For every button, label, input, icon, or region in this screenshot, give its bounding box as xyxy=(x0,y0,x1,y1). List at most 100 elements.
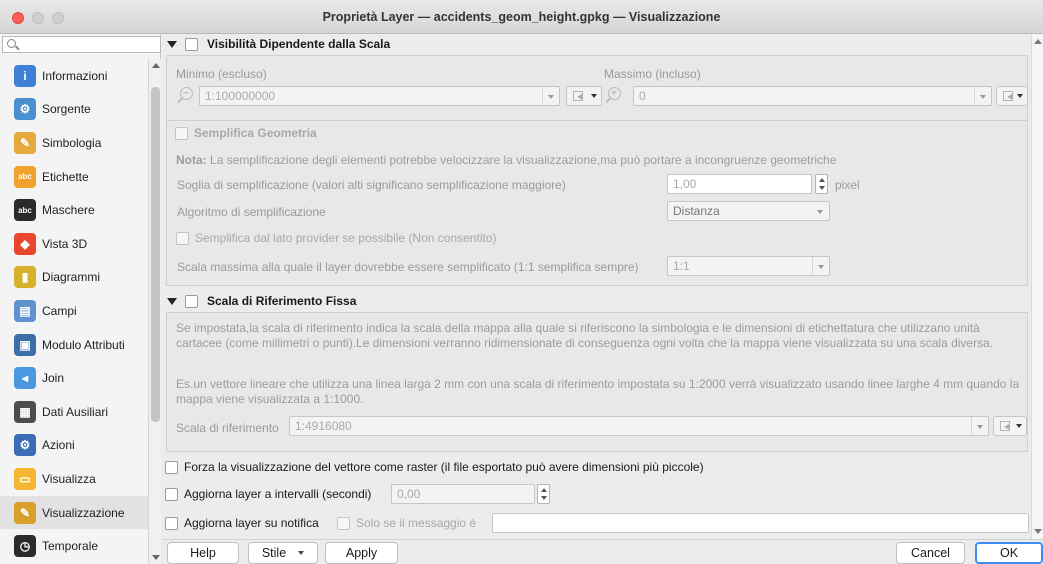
reference-scale-combo[interactable]: 1:4916080 xyxy=(289,416,989,436)
sidebar-item-label: Informazioni xyxy=(42,68,108,83)
fields-table-icon: ▤ xyxy=(14,299,36,322)
simplify-threshold-spinbox[interactable]: 1,00 xyxy=(667,174,812,194)
sidebar-item-informazioni[interactable]: i Informazioni xyxy=(0,59,148,93)
simplify-max-scale-combo[interactable]: 1:1 xyxy=(667,256,830,276)
sidebar-item-maschere[interactable]: abc Maschere xyxy=(0,193,148,227)
symbology-brush-icon: ✎ xyxy=(14,131,36,154)
sidebar-item-diagrammi[interactable]: ▮ Diagrammi xyxy=(0,261,148,295)
simplify-provider-option[interactable]: Semplifica dal lato provider se possibil… xyxy=(176,231,496,245)
reference-scale-header[interactable]: Scala di Riferimento Fissa xyxy=(167,294,356,308)
temporal-clock-icon: ◷ xyxy=(14,535,36,558)
ok-button[interactable]: OK xyxy=(975,542,1043,564)
collapse-triangle-icon[interactable] xyxy=(167,40,177,48)
sidebar-item-visualizza[interactable]: ▭ Visualizza xyxy=(0,462,148,496)
collapse-triangle-icon[interactable] xyxy=(167,297,177,305)
reference-scale-value: 1:4916080 xyxy=(295,419,352,433)
help-button[interactable]: Help xyxy=(167,542,239,564)
refresh-interval-option[interactable]: Aggiorna layer a intervalli (secondi) xyxy=(165,487,371,501)
force-raster-checkbox[interactable] xyxy=(165,460,178,474)
simplify-geometry-title: Semplifica Geometria xyxy=(194,126,317,140)
refresh-on-notify-checkbox[interactable] xyxy=(165,516,178,530)
simplify-algorithm-value: Distanza xyxy=(673,204,720,218)
sidebar-item-label: Azioni xyxy=(42,438,75,453)
sidebar-item-join[interactable]: ◂ Join xyxy=(0,361,148,395)
display-tooltip-icon: ▭ xyxy=(14,467,36,490)
sidebar-item-label: Simbologia xyxy=(42,135,102,150)
reference-scale-example: Es.un vettore lineare che utilizza una l… xyxy=(176,377,1020,406)
sidebar-item-dati-ausiliari[interactable]: ▦ Dati Ausiliari xyxy=(0,395,148,429)
main-scrollbar[interactable] xyxy=(1031,34,1043,539)
help-button-label: Help xyxy=(190,546,216,560)
sidebar-scroll-thumb[interactable] xyxy=(151,87,160,422)
actions-gear-icon: ⚙ xyxy=(14,434,36,457)
reference-scale-group: Se impostata,la scala di riferimento ind… xyxy=(166,312,1028,452)
attribute-form-icon: ▣ xyxy=(14,333,36,356)
maximum-scale-value: 0 xyxy=(639,89,646,103)
reference-scale-from-canvas-button[interactable] xyxy=(993,416,1027,436)
sidebar-item-label: Dati Ausiliari xyxy=(42,404,109,419)
style-menu-button[interactable]: Stile xyxy=(248,542,318,564)
sidebar-item-etichette[interactable]: abc Etichette xyxy=(0,160,148,194)
simplify-provider-checkbox[interactable] xyxy=(176,231,189,245)
scroll-up-arrow-icon[interactable] xyxy=(1034,39,1042,44)
scroll-down-arrow-icon[interactable] xyxy=(1034,529,1042,534)
reference-scale-checkbox[interactable] xyxy=(185,294,198,308)
chevron-down-icon[interactable] xyxy=(542,87,559,105)
refresh-interval-spinbox[interactable]: 0,00 xyxy=(391,484,535,504)
chevron-down-icon[interactable] xyxy=(812,257,829,275)
scale-visibility-title: Visibilità Dipendente dalla Scala xyxy=(207,37,391,51)
chevron-down-icon[interactable] xyxy=(974,87,991,105)
refresh-interval-stepper[interactable] xyxy=(537,484,550,504)
chevron-down-icon[interactable] xyxy=(971,417,988,435)
scale-visibility-header[interactable]: Visibilità Dipendente dalla Scala xyxy=(167,37,390,51)
sidebar-item-label: Join xyxy=(42,371,65,386)
maximum-scale-combo[interactable]: 0 xyxy=(633,86,992,106)
sidebar-item-label: Sorgente xyxy=(42,102,91,117)
sidebar-item-label: Temporale xyxy=(42,539,99,554)
sidebar-item-label: Visualizzazione xyxy=(42,505,125,520)
minimum-scale-combo[interactable]: 1:100000000 xyxy=(199,86,560,106)
sidebar-item-sorgente[interactable]: ⚙ Sorgente xyxy=(0,93,148,127)
notify-message-input[interactable] xyxy=(492,513,1029,533)
force-raster-option[interactable]: Forza la visualizzazione del vettore com… xyxy=(165,460,704,474)
refresh-interval-value: 0,00 xyxy=(397,487,421,501)
join-icon: ◂ xyxy=(14,367,36,390)
chevron-down-icon[interactable] xyxy=(812,202,829,220)
only-if-message-option[interactable]: Solo se il messaggio è xyxy=(337,516,476,530)
scale-visibility-checkbox[interactable] xyxy=(185,37,198,51)
only-if-message-label: Solo se il messaggio è xyxy=(356,516,477,530)
sidebar-item-label: Maschere xyxy=(42,203,95,218)
canvas-cursor-icon xyxy=(1000,421,1010,431)
refresh-on-notify-option[interactable]: Aggiorna layer su notifica xyxy=(165,516,319,530)
chevron-down-icon xyxy=(298,551,305,555)
scroll-up-arrow-icon[interactable] xyxy=(152,63,160,68)
apply-button[interactable]: Apply xyxy=(325,542,398,564)
sidebar-item-label: Etichette xyxy=(42,169,89,184)
sidebar-item-visualizzazione[interactable]: ✎ Visualizzazione xyxy=(0,495,148,530)
sidebar-item-modulo-attributi[interactable]: ▣ Modulo Attributi xyxy=(0,328,148,362)
rendering-panel: Visibilità Dipendente dalla Scala Minimo… xyxy=(162,34,1043,564)
simplify-max-scale-label: Scala massima alla quale il layer dovreb… xyxy=(177,260,639,274)
sidebar-item-simbologia[interactable]: ✎ Simbologia xyxy=(0,126,148,160)
scroll-down-arrow-icon[interactable] xyxy=(152,555,160,560)
simplify-algorithm-select[interactable]: Distanza xyxy=(667,201,830,221)
search-icon xyxy=(7,39,16,48)
chevron-down-icon xyxy=(1017,94,1023,98)
sidebar-item-vista-3d[interactable]: ◆ Vista 3D xyxy=(0,227,148,261)
ok-button-label: OK xyxy=(999,546,1019,560)
zoom-out-icon: − xyxy=(176,86,196,106)
sidebar-search-input[interactable] xyxy=(2,36,161,53)
sidebar-item-campi[interactable]: ▤ Campi xyxy=(0,294,148,328)
sidebar-item-temporale[interactable]: ◷ Temporale xyxy=(0,529,148,563)
sidebar-item-azioni[interactable]: ⚙ Azioni xyxy=(0,429,148,463)
cancel-button[interactable]: Cancel xyxy=(896,542,965,564)
simplify-geometry-checkbox[interactable] xyxy=(175,126,188,140)
set-max-from-canvas-button[interactable] xyxy=(996,86,1028,106)
refresh-interval-checkbox[interactable] xyxy=(165,487,178,501)
simplify-geometry-header[interactable]: Semplifica Geometria xyxy=(175,126,317,140)
only-if-message-checkbox[interactable] xyxy=(337,516,350,530)
auxiliary-storage-icon: ▦ xyxy=(14,400,36,423)
simplify-threshold-stepper[interactable] xyxy=(815,174,828,194)
sidebar-scrollbar[interactable] xyxy=(148,59,161,564)
set-min-from-canvas-button[interactable] xyxy=(566,86,602,106)
